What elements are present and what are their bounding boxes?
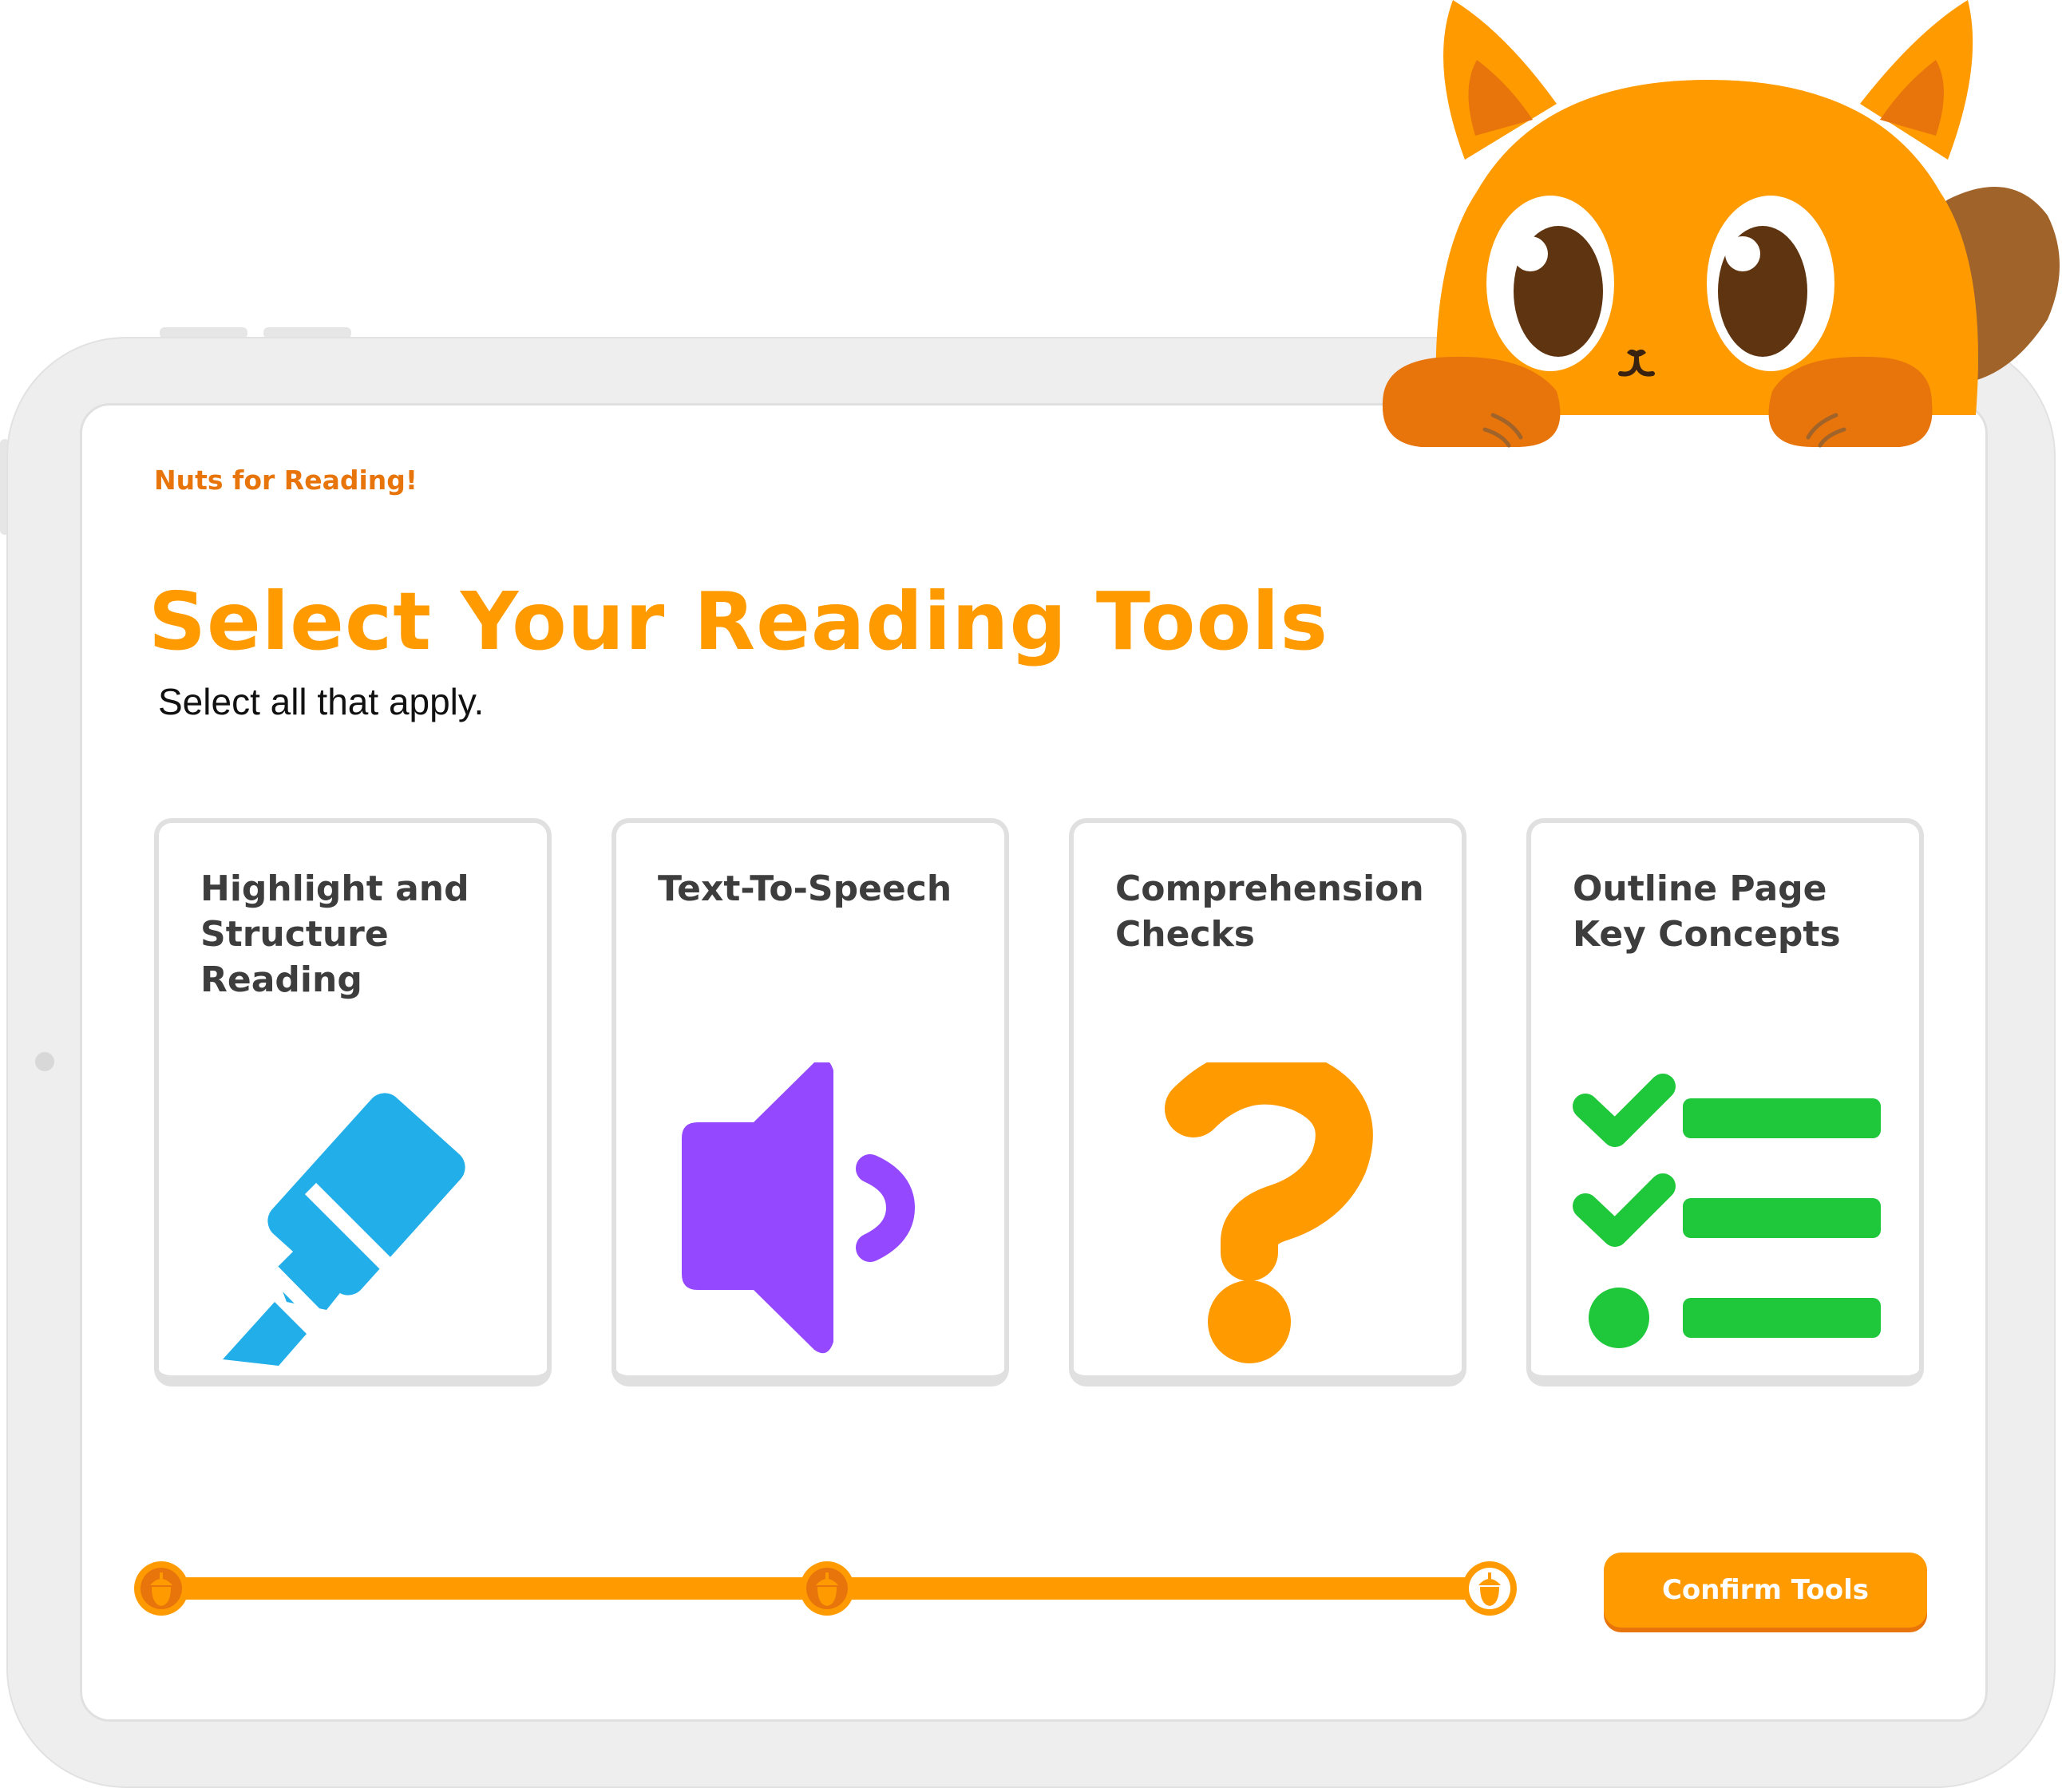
tool-card-highlight[interactable]: Highlight and Structure Reading: [154, 818, 552, 1387]
tool-card-label: Comprehension Checks: [1115, 868, 1424, 955]
confirm-tools-button[interactable]: Confirm Tools: [1604, 1553, 1927, 1628]
speaker-icon: [682, 1062, 916, 1354]
progress-step-1: [134, 1561, 188, 1616]
checklist-icon: [1573, 1074, 1881, 1348]
question-mark-icon: [1165, 1062, 1373, 1363]
highlighter-icon: [223, 1093, 465, 1366]
progress-step-2: [800, 1561, 854, 1616]
tool-card-text-to-speech[interactable]: Text-To-Speech: [611, 818, 1009, 1387]
brand-label: Nuts for Reading!: [154, 465, 418, 496]
page-title: Select Your Reading Tools: [148, 575, 1328, 668]
tool-card-comprehension-checks[interactable]: Comprehension Checks: [1069, 818, 1466, 1387]
squirrel-mascot: [1382, 0, 2060, 448]
tool-card-label: Text-To-Speech: [658, 868, 952, 909]
tablet-camera: [35, 1052, 54, 1071]
tool-card-outline-key-concepts[interactable]: Outline Page Key Concepts: [1526, 818, 1924, 1387]
tool-card-label: Outline Page Key Concepts: [1573, 868, 1841, 955]
progress-track: [134, 1561, 1517, 1616]
progress-step-3: [1462, 1561, 1517, 1616]
page-subtitle: Select all that apply.: [158, 681, 485, 722]
tool-card-label: Highlight and Structure Reading: [200, 868, 469, 1000]
